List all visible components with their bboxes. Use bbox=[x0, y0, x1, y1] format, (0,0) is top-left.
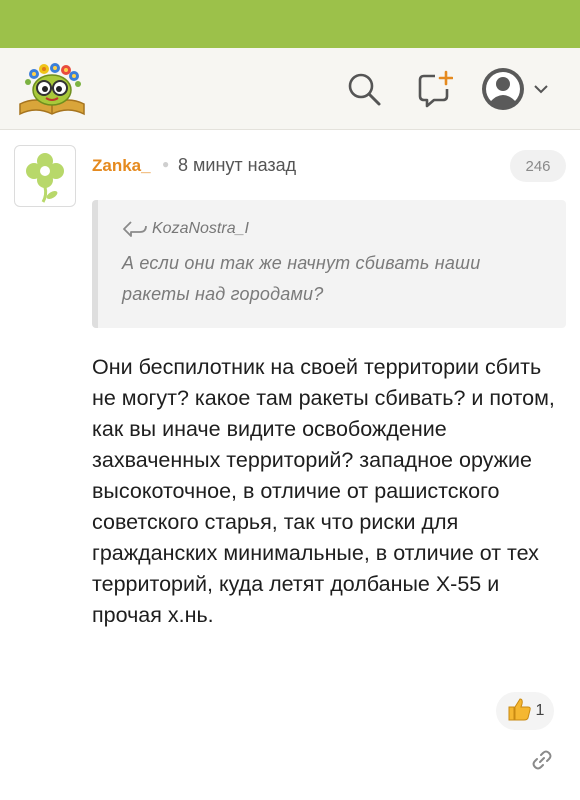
like-count: 1 bbox=[535, 702, 545, 719]
quote-author-name: KozaNostra_I bbox=[152, 220, 249, 237]
site-header bbox=[0, 48, 580, 130]
new-post-button[interactable] bbox=[412, 67, 456, 111]
chevron-down-icon bbox=[534, 85, 548, 94]
site-logo[interactable] bbox=[14, 56, 90, 120]
like-button[interactable]: 1 bbox=[496, 692, 554, 730]
search-button[interactable] bbox=[342, 67, 386, 111]
author-name[interactable]: Zanka_ bbox=[92, 156, 151, 176]
flower-icon bbox=[26, 153, 64, 203]
quote-text: А если они так же начнут сбивать наши ра… bbox=[122, 253, 481, 304]
author-avatar[interactable] bbox=[14, 145, 76, 207]
profile-menu-button[interactable] bbox=[480, 67, 560, 111]
compose-icon bbox=[418, 70, 453, 108]
comment-body: Они беспилотник на своей территории сбит… bbox=[92, 355, 555, 627]
user-avatar-icon bbox=[482, 68, 524, 110]
comment-number-badge[interactable]: 246 bbox=[510, 150, 566, 182]
reply-arrow-icon bbox=[123, 221, 147, 237]
logo-icon bbox=[19, 63, 85, 116]
search-icon bbox=[348, 73, 381, 106]
quote-author-row[interactable]: KozaNostra_I bbox=[122, 216, 546, 242]
link-icon bbox=[532, 750, 552, 770]
permalink-button[interactable] bbox=[528, 746, 556, 774]
separator-dot: ● bbox=[162, 157, 170, 171]
thumbs-up-icon bbox=[506, 696, 532, 727]
quoted-reply: KozaNostra_I А если они так же начнут сб… bbox=[92, 200, 566, 328]
top-bar bbox=[0, 0, 580, 48]
comment-time: 8 минут назад bbox=[178, 155, 297, 175]
